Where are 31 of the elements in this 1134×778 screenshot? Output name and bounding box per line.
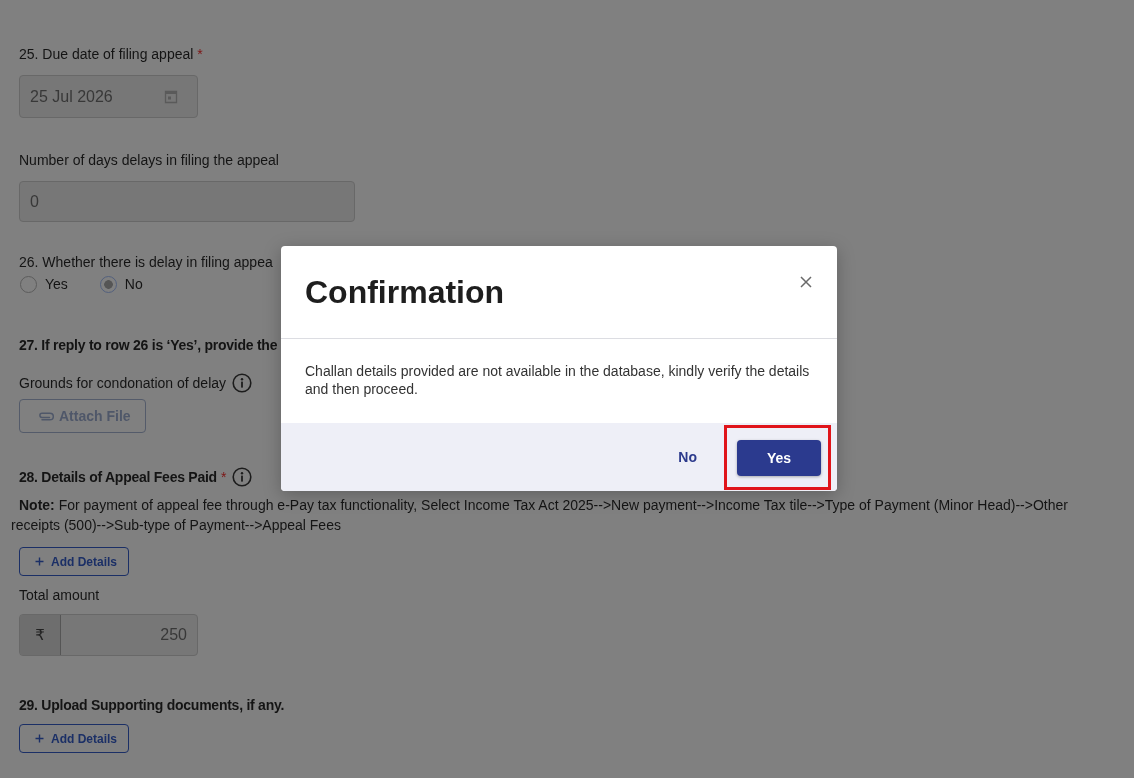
- section-heading: 27. If reply to row 26 is ‘Yes’, provide the: [19, 336, 278, 355]
- info-icon[interactable]: [232, 373, 253, 393]
- field-label: Total amount: [19, 586, 100, 605]
- currency-symbol: ₹: [20, 615, 61, 655]
- primary-button[interactable]: Yes: [737, 439, 821, 476]
- date-field[interactable]: 25 Jul 2026: [19, 75, 198, 118]
- paperclip-icon: [38, 411, 54, 421]
- required-mark: *: [197, 45, 203, 64]
- note-text: Note: For payment of appeal fee through e-Pay tax functionality, Select Income Tax Act 2025-->New payment-->Income Tax tile-->Type of Payment (Minor Head)-->Other receipts (500)-->Sub-type of Payment-->Appeal Fees: [11, 496, 1069, 535]
- amount-field[interactable]: ₹ 250: [19, 614, 198, 656]
- add-details-button[interactable]: Add Details: [19, 724, 129, 753]
- field-label: Number of days delays in filing the appeal: [19, 151, 279, 170]
- section-heading: 29. Upload Supporting documents, if any.: [19, 696, 285, 715]
- radio-label[interactable]: No: [124, 276, 143, 292]
- plus-icon: [35, 557, 44, 566]
- section-heading: 28. Details of Appeal Fees Paid: [19, 468, 217, 487]
- radio-label[interactable]: Yes: [45, 276, 68, 292]
- field-label: 25. Due date of filing appeal: [19, 45, 194, 64]
- text-button[interactable]: No: [666, 441, 709, 473]
- info-icon[interactable]: [232, 467, 253, 487]
- add-details-button[interactable]: Add Details: [19, 547, 129, 576]
- plus-icon: [35, 734, 44, 743]
- radio-button[interactable]: [20, 275, 37, 293]
- close-icon[interactable]: [800, 276, 812, 288]
- dialog-message: Challan details provided are not available in the database, kindly verify the details and then proceed.: [304, 362, 811, 399]
- field-label: Grounds for condonation of delay: [19, 374, 227, 393]
- field-label: 26. Whether there is delay in filing appea: [19, 253, 273, 272]
- radio-button[interactable]: [99, 275, 117, 293]
- dialog-title: Confirmation: [305, 273, 505, 312]
- required-mark: *: [220, 468, 227, 487]
- input-field[interactable]: 0: [19, 181, 355, 222]
